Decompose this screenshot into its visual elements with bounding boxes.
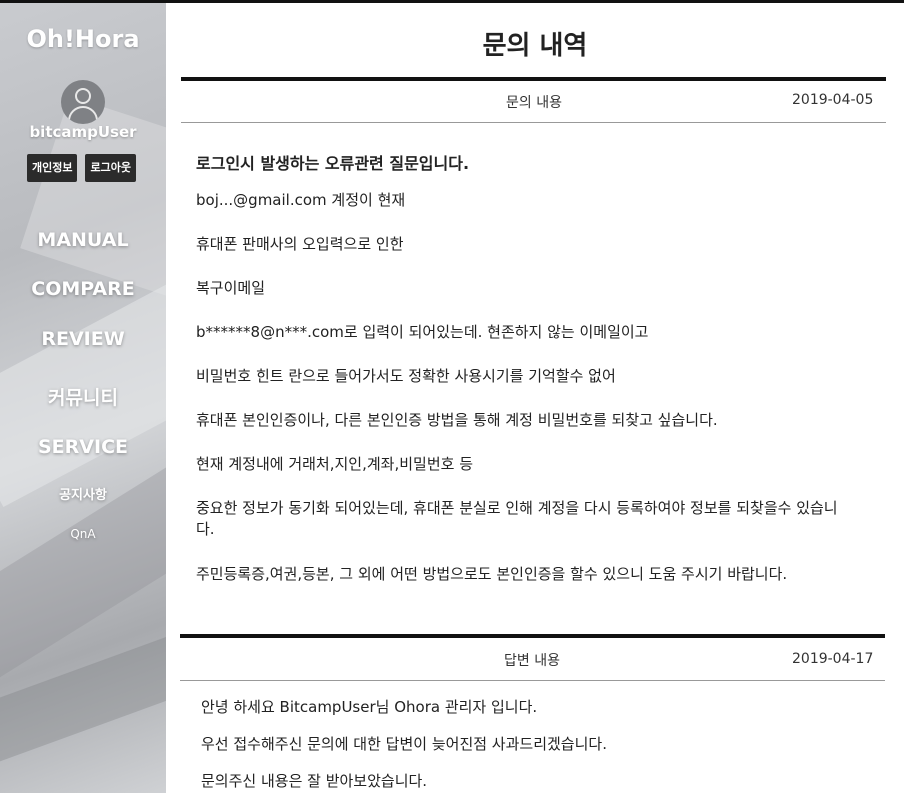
profile-button[interactable]: 개인정보 — [27, 154, 78, 182]
answer-paragraph: 우선 접수해주신 문의에 대한 답변이 늦어진점 사과드리겠습니다. — [201, 735, 607, 753]
question-paragraph: 주민등록증,여권,등본, 그 외에 어떤 방법으로도 본인인증을 할수 있으니 … — [196, 565, 788, 583]
nav-qna[interactable]: QnA — [0, 527, 166, 541]
account-buttons: 개인정보 로그아웃 — [27, 154, 136, 182]
answer-paragraph: 안녕 하세요 BitcampUser님 Ohora 관리자 입니다. — [201, 698, 538, 716]
logout-button[interactable]: 로그아웃 — [85, 154, 136, 182]
nav-review[interactable]: REVIEW — [0, 328, 166, 350]
question-paragraph: 중요한 정보가 동기화 되어있는데, 휴대폰 분실로 인해 계정을 다시 등록하… — [196, 499, 838, 538]
user-avatar-icon — [61, 80, 105, 124]
question-paragraph: 비밀번호 힌트 란으로 들어가서도 정확한 사용시기를 기억할수 없어 — [196, 367, 616, 385]
nav-notice[interactable]: 공지사항 — [0, 484, 166, 503]
question-paragraph: b******8@n***.com로 입력이 되어있는데. 현존하지 않는 이메… — [196, 323, 649, 341]
answer-section-label: 답변 내용 — [504, 653, 560, 669]
question-section-label: 문의 내용 — [506, 95, 562, 111]
answer-divider — [180, 680, 885, 681]
username: bitcampUser — [29, 123, 137, 141]
nav-service[interactable]: SERVICE — [0, 436, 166, 458]
nav-manual[interactable]: MANUAL — [0, 229, 166, 251]
question-paragraph: 휴대폰 판매사의 오입력으로 인한 — [196, 235, 404, 253]
question-title: 로그인시 발생하는 오류관련 질문입니다. — [196, 154, 470, 173]
answer-paragraph: 문의주신 내용은 잘 받아보았습니다. — [201, 772, 428, 790]
question-divider — [181, 122, 886, 123]
question-paragraph: boj...@gmail.com 계정이 현재 — [196, 191, 406, 209]
question-paragraph: 복구이메일 — [196, 279, 266, 297]
brand-logo[interactable]: Oh!Hora — [0, 25, 166, 53]
avatar-head-shape — [75, 88, 91, 104]
question-date: 2019-04-05 — [792, 92, 874, 108]
question-paragraph: 휴대폰 본인인증이나, 다른 본인인증 방법을 통해 계정 비밀번호를 되찾고 … — [196, 411, 718, 429]
avatar-body-shape — [68, 106, 98, 124]
answer-top-bar — [180, 634, 885, 638]
main-content: 문의 내역 문의 내용 2019-04-05 로그인시 발생하는 오류관련 질문… — [166, 3, 904, 793]
question-top-bar — [181, 77, 886, 81]
nav-compare[interactable]: COMPARE — [0, 278, 166, 300]
nav-community[interactable]: 커뮤니티 — [0, 383, 166, 410]
page-title: 문의 내역 — [482, 31, 588, 61]
question-paragraph: 현재 계정내에 거래처,지인,계좌,비밀번호 등 — [196, 455, 474, 473]
sidebar: Oh!Hora bitcampUser 개인정보 로그아웃 MANUAL COM… — [0, 3, 166, 793]
answer-date: 2019-04-17 — [792, 651, 874, 667]
